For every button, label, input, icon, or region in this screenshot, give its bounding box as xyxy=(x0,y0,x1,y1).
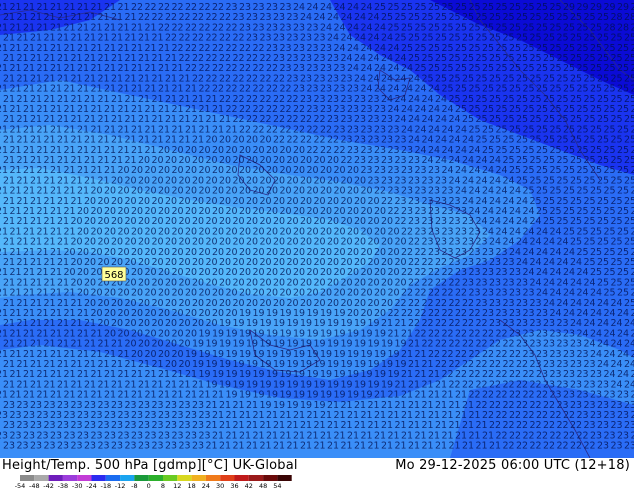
color-scale-cell xyxy=(134,475,149,481)
color-scale-cell xyxy=(20,475,35,481)
temperature-value: 21 xyxy=(489,441,501,452)
temperature-value: 23 xyxy=(179,441,191,452)
color-scale-cell xyxy=(91,475,106,481)
temperature-value: 21 xyxy=(435,441,447,452)
temperature-value: 23 xyxy=(17,441,29,452)
temperature-value: 23 xyxy=(611,441,623,452)
color-scale-cell xyxy=(48,475,63,481)
color-scale-cell xyxy=(77,475,92,481)
temperature-value: 21 xyxy=(219,441,231,452)
color-scale-tick: -12 xyxy=(115,482,126,490)
temperature-value: 23 xyxy=(84,441,96,452)
map-datetime: Mo 29-12-2025 06:00 UTC (12+18) xyxy=(395,458,630,473)
color-scale-tick: 42 xyxy=(245,482,253,490)
temperature-value: 21 xyxy=(381,441,393,452)
color-scale-tick: 48 xyxy=(259,482,267,490)
temperature-value: 21 xyxy=(327,441,339,452)
temperature-value: 23 xyxy=(152,441,164,452)
color-scale-cell xyxy=(205,475,221,481)
temperature-value: 23 xyxy=(57,441,69,452)
color-scale-tick: -54 xyxy=(15,482,26,490)
color-scale-cell xyxy=(62,475,78,481)
color-scale-cells xyxy=(20,475,292,481)
color-scale: -54 -48 -42 -38 -30 -24 -18 -12 -8 0 8 12 18 24 30 36 42… xyxy=(15,475,292,490)
temperature-value: 21 xyxy=(287,441,299,452)
temperature-value: 21 xyxy=(341,441,353,452)
color-scale-cell xyxy=(263,475,278,481)
map-title: Height/Temp. 500 hPa [gdmp][°C] UK-Globa… xyxy=(2,458,298,473)
temperature-value: 21 xyxy=(476,441,488,452)
temperature-value: 21 xyxy=(273,441,285,452)
color-scale-tick: 12 xyxy=(173,482,181,490)
temperature-value: 23 xyxy=(624,441,634,452)
temperature-value: 22 xyxy=(516,441,528,452)
temperature-value: 21 xyxy=(260,441,272,452)
temperature-value: 23 xyxy=(125,441,137,452)
temperature-value: 21 xyxy=(449,441,461,452)
temperature-value: 22 xyxy=(503,441,515,452)
temperature-value: 22 xyxy=(570,441,582,452)
temperature-value: 23 xyxy=(71,441,83,452)
temperature-value: 22 xyxy=(584,441,596,452)
color-scale-tick: -38 xyxy=(58,482,69,490)
footer: Height/Temp. 500 hPa [gdmp][°C] UK-Globa… xyxy=(0,458,634,490)
temperature-value: 21 xyxy=(408,441,420,452)
color-scale-tick: 36 xyxy=(230,482,238,490)
color-scale-cell xyxy=(148,475,163,481)
temperature-value: 22 xyxy=(543,441,555,452)
temperature-value: 21 xyxy=(354,441,366,452)
temperature-value: 23 xyxy=(3,441,15,452)
color-scale-tick: 24 xyxy=(202,482,210,490)
color-scale-cell xyxy=(191,475,206,481)
temperature-value: 21 xyxy=(395,441,407,452)
color-scale-tick: -48 xyxy=(29,482,40,490)
temperature-value: 23 xyxy=(111,441,123,452)
temperature-value: 23 xyxy=(30,441,42,452)
temperature-value: 23 xyxy=(138,441,150,452)
color-scale-cell xyxy=(34,475,49,481)
temperature-value: 21 xyxy=(300,441,312,452)
color-scale-ticks: -54 -48 -42 -38 -30 -24 -18 -12 -8 0 8 12 18 24 30 36 42… xyxy=(15,482,282,490)
color-scale-tick: 30 xyxy=(216,482,224,490)
temperature-value: 21 xyxy=(206,441,218,452)
color-scale-tick: -24 xyxy=(86,482,97,490)
temperature-value: 23 xyxy=(597,441,609,452)
color-scale-cell xyxy=(177,475,192,481)
color-scale-cell xyxy=(120,475,135,481)
color-scale-tick: 8 xyxy=(161,482,165,490)
color-scale-tick: -42 xyxy=(43,482,54,490)
weather-map-page: 2121212121212121212122222222222222232323… xyxy=(0,0,634,490)
color-scale-tick: 0 xyxy=(147,482,151,490)
color-scale-tick: -30 xyxy=(72,482,83,490)
temperature-value: 21 xyxy=(246,441,258,452)
color-scale-tick: 18 xyxy=(187,482,195,490)
temperature-value: 21 xyxy=(422,441,434,452)
temperature-value: 21 xyxy=(233,441,245,452)
color-scale-cell xyxy=(248,475,264,481)
color-scale-tick: -18 xyxy=(100,482,111,490)
temperature-value: 21 xyxy=(368,441,380,452)
temperature-value: 23 xyxy=(165,441,177,452)
height-marker-label: 568 xyxy=(104,270,123,281)
temperature-value: 21 xyxy=(314,441,326,452)
temperature-value: 22 xyxy=(530,441,542,452)
color-scale-cell xyxy=(105,475,121,481)
color-scale-cell xyxy=(277,475,292,481)
color-scale-cell xyxy=(220,475,235,481)
temperature-value: 23 xyxy=(192,441,204,452)
temperature-value: 22 xyxy=(557,441,569,452)
color-scale-tick: 54 xyxy=(273,482,281,490)
temperature-value: 23 xyxy=(44,441,56,452)
temperature-map: 2121212121212121212122222222222222232323… xyxy=(0,0,634,458)
temperature-values: 2121212121212121212122222222222222232323… xyxy=(0,2,634,452)
height-marker[interactable]: 568 xyxy=(101,266,127,282)
temperature-value: 23 xyxy=(98,441,110,452)
temperature-value: 21 xyxy=(462,441,474,452)
color-scale-tick: -8 xyxy=(131,482,137,490)
color-scale-cell xyxy=(163,475,178,481)
color-scale-cell xyxy=(234,475,249,481)
